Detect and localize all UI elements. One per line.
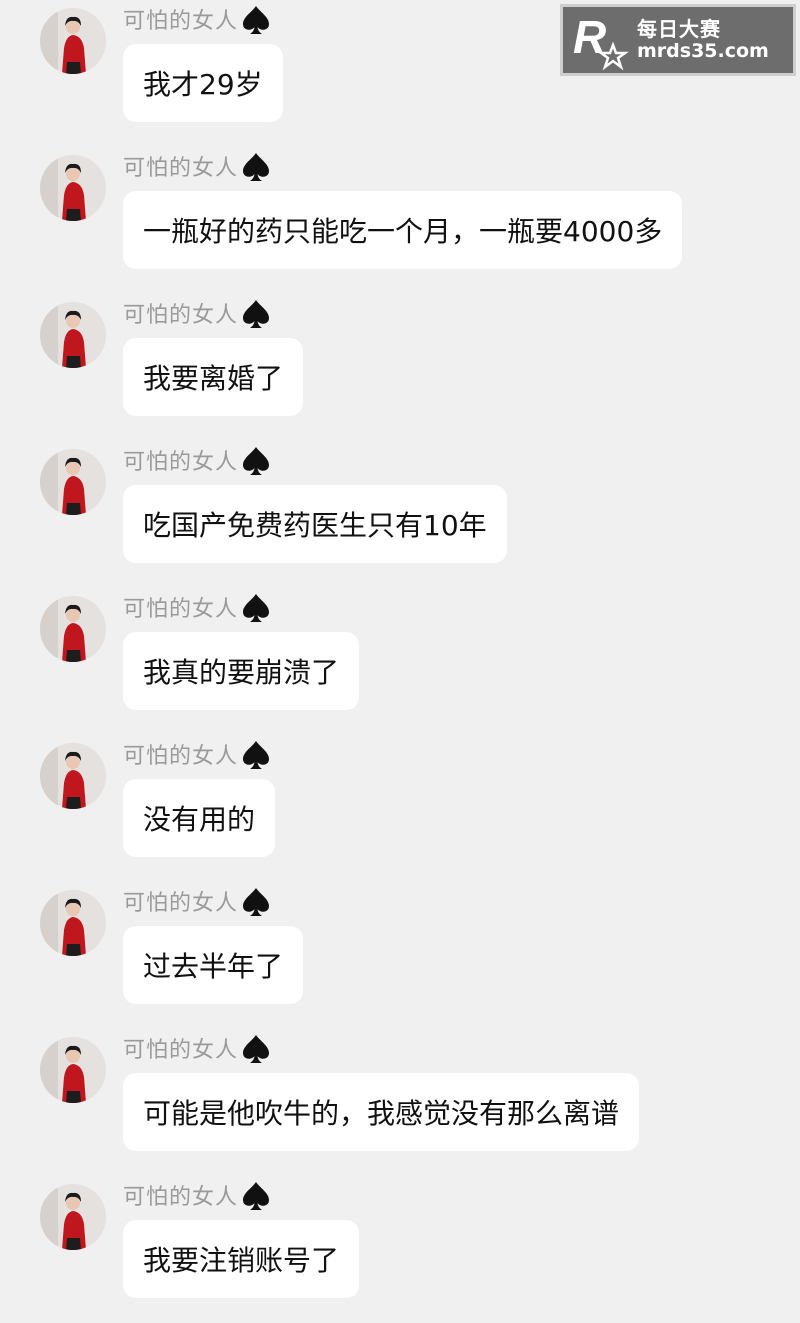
message-item: 可怕的女人 吃国产免费药医生只有10年 xyxy=(0,441,800,588)
message-bubble[interactable]: 我才29岁 xyxy=(123,44,283,122)
chat-message-list: 可怕的女人 我才29岁 可怕的女人 一瓶好的药只能吃一个月，一瓶要4000多 可… xyxy=(0,0,800,1298)
message-bubble[interactable]: 我要注销账号了 xyxy=(123,1220,360,1298)
message-bubble[interactable]: 可能是他吹牛的，我感觉没有那么离谱 xyxy=(123,1073,640,1151)
message-item: 可怕的女人 我要注销账号了 xyxy=(0,1176,800,1323)
message-item: 可怕的女人 没有用的 xyxy=(0,735,800,882)
message-bubble[interactable]: 我真的要崩溃了 xyxy=(123,632,360,710)
avatar[interactable] xyxy=(40,890,106,956)
sender-name: 可怕的女人 xyxy=(123,597,239,622)
sender-name: 可怕的女人 xyxy=(123,156,239,181)
message-item: 可怕的女人 我真的要崩溃了 xyxy=(0,588,800,735)
sender-name: 可怕的女人 xyxy=(123,9,239,34)
sender-name: 可怕的女人 xyxy=(123,303,239,328)
sender-line: 可怕的女人 xyxy=(123,445,272,481)
sender-name: 可怕的女人 xyxy=(123,891,239,916)
spade-icon xyxy=(240,151,272,187)
sender-name: 可怕的女人 xyxy=(123,744,239,769)
message-bubble[interactable]: 我要离婚了 xyxy=(123,338,304,416)
spade-icon xyxy=(240,739,272,775)
message-bubble[interactable]: 过去半年了 xyxy=(123,926,304,1004)
watermark-logo: R 每日大赛 mrds35.com xyxy=(560,4,796,76)
spade-icon xyxy=(240,445,272,481)
sender-line: 可怕的女人 xyxy=(123,298,272,334)
sender-line: 可怕的女人 xyxy=(123,151,272,187)
sender-line: 可怕的女人 xyxy=(123,739,272,775)
spade-icon xyxy=(240,1033,272,1069)
avatar[interactable] xyxy=(40,8,106,74)
avatar[interactable] xyxy=(40,449,106,515)
spade-icon xyxy=(240,4,272,40)
avatar[interactable] xyxy=(40,743,106,809)
message-bubble[interactable]: 一瓶好的药只能吃一个月，一瓶要4000多 xyxy=(123,191,683,269)
message-bubble[interactable]: 没有用的 xyxy=(123,779,276,857)
message-bubble[interactable]: 吃国产免费药医生只有10年 xyxy=(123,485,507,563)
avatar[interactable] xyxy=(40,302,106,368)
message-item: 可怕的女人 一瓶好的药只能吃一个月，一瓶要4000多 xyxy=(0,147,800,294)
sender-name: 可怕的女人 xyxy=(123,450,239,475)
svg-text:R: R xyxy=(573,11,606,63)
sender-line: 可怕的女人 xyxy=(123,1180,272,1216)
watermark-domain: mrds35.com xyxy=(637,39,769,62)
sender-name: 可怕的女人 xyxy=(123,1185,239,1210)
avatar[interactable] xyxy=(40,1184,106,1250)
message-item: 可怕的女人 可能是他吹牛的，我感觉没有那么离谱 xyxy=(0,1029,800,1176)
spade-icon xyxy=(240,886,272,922)
r-star-logo-icon: R xyxy=(569,9,631,71)
spade-icon xyxy=(240,1180,272,1216)
avatar[interactable] xyxy=(40,1037,106,1103)
avatar[interactable] xyxy=(40,596,106,662)
message-item: 可怕的女人 过去半年了 xyxy=(0,882,800,1029)
sender-line: 可怕的女人 xyxy=(123,886,272,922)
message-item: 可怕的女人 我要离婚了 xyxy=(0,294,800,441)
sender-line: 可怕的女人 xyxy=(123,592,272,628)
watermark-brand: 每日大赛 xyxy=(637,16,721,41)
sender-line: 可怕的女人 xyxy=(123,4,272,40)
sender-line: 可怕的女人 xyxy=(123,1033,272,1069)
sender-name: 可怕的女人 xyxy=(123,1038,239,1063)
avatar[interactable] xyxy=(40,155,106,221)
spade-icon xyxy=(240,298,272,334)
watermark-text: 每日大赛 mrds35.com xyxy=(637,18,769,63)
spade-icon xyxy=(240,592,272,628)
